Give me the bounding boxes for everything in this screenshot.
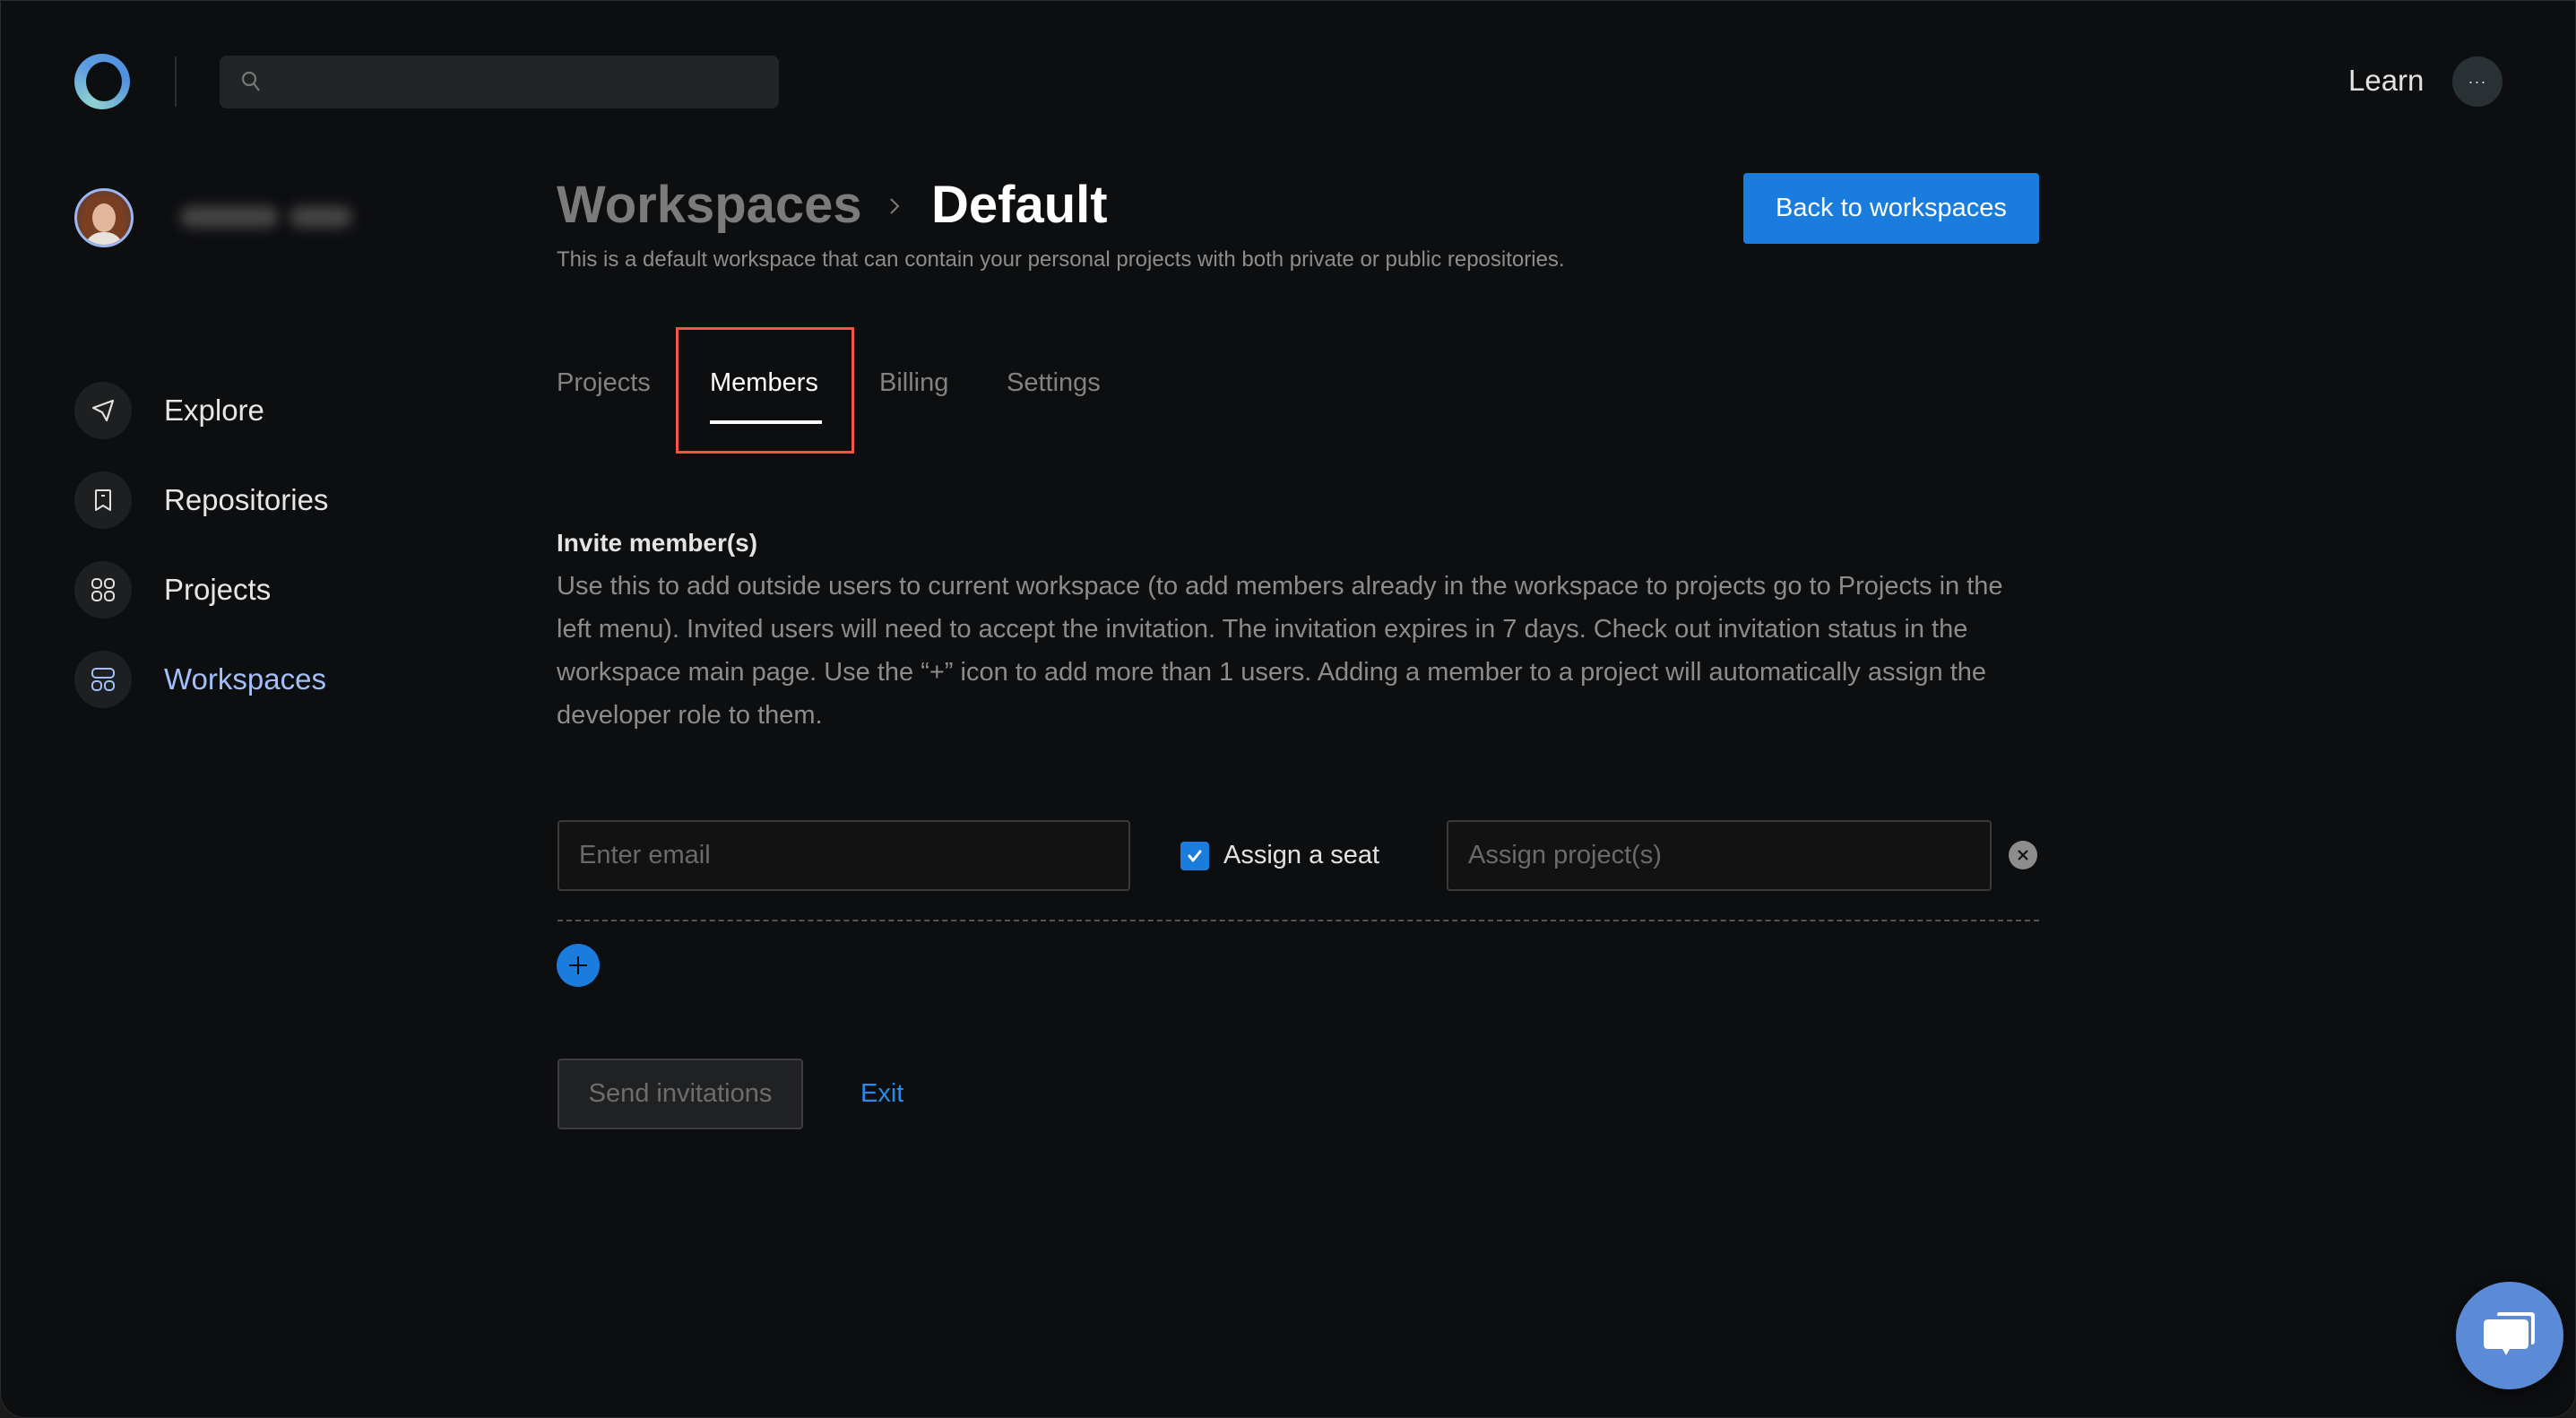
tab-billing[interactable]: Billing (879, 368, 948, 398)
avatar[interactable] (74, 188, 134, 247)
sidebar-item-projects[interactable]: Projects (74, 561, 271, 618)
page-description: This is a default workspace that can con… (557, 247, 1565, 272)
more-menu-button[interactable]: ··· (2452, 56, 2503, 107)
invite-title: Invite member(s) (557, 529, 758, 557)
search-icon (241, 71, 260, 91)
sidebar-item-label: Projects (164, 573, 272, 606)
paper-plane-icon (74, 382, 132, 439)
tab-members[interactable]: Members (710, 368, 818, 398)
chevron-right-icon (890, 198, 900, 214)
close-icon (2018, 850, 2028, 860)
app-logo[interactable] (74, 54, 130, 109)
plus-icon (569, 956, 587, 974)
sidebar-item-label: Repositories (164, 483, 329, 516)
invite-description: Use this to add outside users to current… (557, 572, 2003, 730)
topbar-divider (175, 56, 177, 107)
page-title: Default (931, 176, 1108, 234)
breadcrumb-workspaces[interactable]: Workspaces (557, 175, 862, 235)
sidebar-item-repositories[interactable]: Repositories (74, 471, 328, 529)
back-to-workspaces-button[interactable]: Back to workspaces (1743, 173, 2039, 244)
bookmark-icon (74, 471, 132, 529)
sidebar-item-explore[interactable]: Explore (74, 382, 264, 439)
layout-icon (74, 651, 132, 708)
search-input[interactable] (273, 56, 770, 110)
tab-projects[interactable]: Projects (557, 368, 651, 398)
app-window: Learn ··· Explore Repositories Projects … (0, 0, 2576, 1418)
chat-bubbles-icon (2484, 1312, 2535, 1355)
remove-row-button[interactable] (2009, 841, 2037, 869)
checkmark-icon (1188, 850, 1202, 862)
active-tab-indicator (710, 420, 822, 424)
add-row-button[interactable] (557, 944, 600, 987)
assign-projects-field[interactable] (1447, 820, 1992, 891)
send-invitations-button[interactable]: Send invitations (558, 1059, 803, 1129)
email-field[interactable] (558, 820, 1130, 891)
row-divider (558, 920, 2039, 921)
exit-link[interactable]: Exit (860, 1079, 903, 1109)
learn-link[interactable]: Learn (2348, 64, 2424, 98)
search-bar[interactable] (220, 56, 779, 110)
assign-seat-label[interactable]: Assign a seat (1223, 841, 1379, 870)
tab-settings[interactable]: Settings (1007, 368, 1101, 398)
ellipsis-icon: ··· (2468, 72, 2487, 91)
username-blurred (180, 203, 373, 229)
grid-icon (74, 561, 132, 618)
chat-widget-button[interactable] (2456, 1282, 2563, 1389)
sidebar-item-label: Workspaces (164, 662, 326, 696)
sidebar-item-label: Explore (164, 393, 264, 427)
sidebar-item-workspaces[interactable]: Workspaces (74, 651, 326, 708)
assign-seat-checkbox[interactable] (1180, 842, 1209, 870)
